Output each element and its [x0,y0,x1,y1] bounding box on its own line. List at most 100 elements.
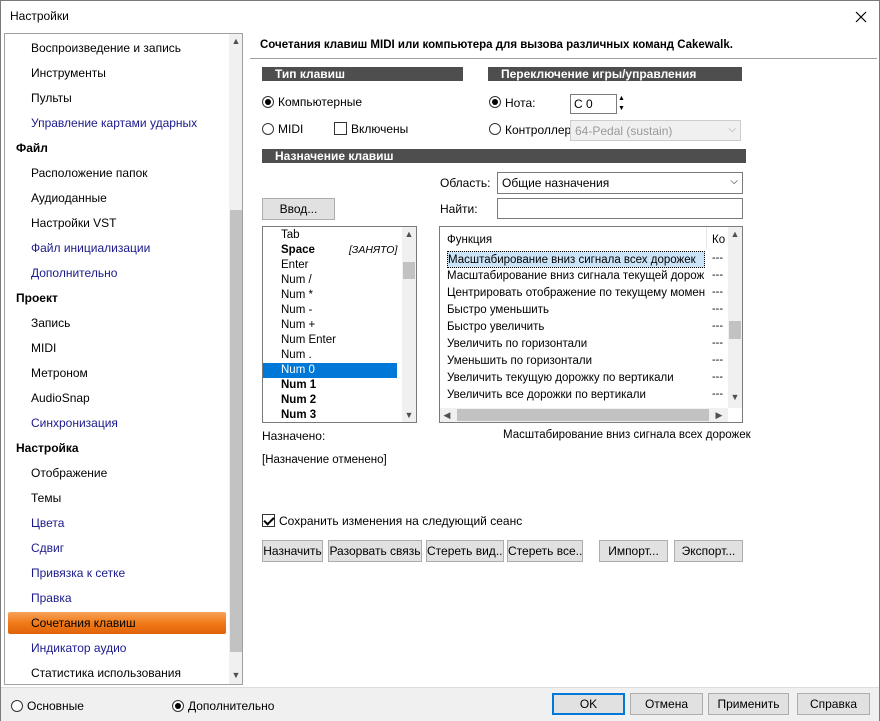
nav-item[interactable]: Правка [5,587,229,609]
enabled-checkbox[interactable] [334,122,347,135]
function-list-vscrollbar[interactable]: ▲ ▼ [728,227,742,408]
nav-scroll-thumb[interactable] [230,210,242,652]
key-list-scrollbar[interactable]: ▲ ▼ [402,227,416,422]
nav-item[interactable]: Темы [5,487,229,509]
key-list-item[interactable]: Num + [263,318,397,333]
key-list-item[interactable]: Num . [263,348,397,363]
note-field[interactable]: C 0 [570,94,617,114]
nav-item[interactable]: AudioSnap [5,387,229,409]
nav-item[interactable]: Сдвиг [5,537,229,559]
function-column-header[interactable]: Функция [447,234,492,246]
function-list-item[interactable]: Масштабирование вниз сигнала текущей дор… [447,268,705,285]
nav-item[interactable]: Синхронизация [5,412,229,434]
controller-radio[interactable] [489,123,501,135]
key-list-item[interactable]: Num 0 [263,363,397,378]
key-list-item[interactable]: Space [ЗАНЯТО] [263,243,397,258]
key-list-item[interactable]: Tab [263,228,397,243]
nav-item[interactable]: Настройка [5,437,229,459]
nav-item[interactable]: Пульты [5,87,229,109]
key-list-item[interactable]: Num 2 [263,393,397,408]
close-button[interactable] [843,1,879,32]
function-list-hthumb[interactable] [457,409,709,421]
midi-keys-radio[interactable] [262,123,274,135]
midi-keys-label: MIDI [278,122,304,136]
advanced-mode-radio[interactable] [172,700,184,712]
function-list-hscrollbar[interactable]: ◀ ▶ [440,408,728,422]
cancel-button[interactable]: Отмена [630,693,703,715]
basic-mode-radio[interactable] [11,700,23,712]
scroll-down-icon[interactable]: ▼ [402,408,416,422]
computer-keys-radio[interactable] [262,96,274,108]
nav-item[interactable]: Управление картами ударных [5,112,229,134]
nav-item[interactable]: Инструменты [5,62,229,84]
scroll-down-icon[interactable]: ▼ [728,390,742,404]
scroll-up-icon[interactable]: ▲ [728,227,742,241]
key-list-item[interactable]: Num / [263,273,397,288]
function-list-item[interactable]: Масштабирование вниз сигнала всех дороже… [447,251,705,268]
help-button[interactable]: Справка [797,693,870,715]
key-list-item[interactable]: Num 3 [263,408,397,422]
nav-scrollbar[interactable]: ▲ ▼ [229,34,242,684]
find-input[interactable] [497,198,743,219]
nav-item[interactable]: Воспроизведение и запись [5,37,229,59]
nav-item[interactable]: Метроном [5,362,229,384]
function-list-item[interactable]: Увеличить все дорожки по вертикали [447,387,705,404]
clear-all-button[interactable]: Стереть все... [507,540,583,562]
nav-item[interactable]: Проект [5,287,229,309]
nav-item[interactable]: Сочетания клавиш [8,612,226,634]
export-button[interactable]: Экспорт... [674,540,743,562]
scroll-down-icon[interactable]: ▼ [229,668,242,682]
function-list-item[interactable]: Уменьшить по горизонтали [447,353,705,370]
function-list-item[interactable]: Увеличить по горизонтали [447,336,705,353]
key-list-item[interactable]: Num - [263,303,397,318]
function-list-item[interactable]: Быстро увеличить [447,319,705,336]
key-list-item[interactable]: Num Enter [263,333,397,348]
save-changes-checkbox[interactable] [262,514,275,527]
area-select[interactable]: Общие назначения ⌵ [497,172,743,194]
input-key-button[interactable]: Ввод... [262,198,335,220]
function-key-cell: --- [712,269,723,281]
controller-select[interactable]: 64-Pedal (sustain) ⌵ [570,120,741,141]
scroll-right-icon[interactable]: ▶ [712,408,726,422]
function-list-item[interactable]: Быстро уменьшить [447,302,705,319]
ok-button[interactable]: OK [552,693,625,715]
key-list-item[interactable]: Num * [263,288,397,303]
note-radio[interactable] [489,96,501,108]
key-list-item[interactable]: Num 1 [263,378,397,393]
spin-down-icon[interactable]: ▼ [618,104,627,114]
import-button[interactable]: Импорт... [599,540,668,562]
key-column-header[interactable]: Ко [712,234,725,246]
nav-item[interactable]: Запись [5,312,229,334]
clear-view-button[interactable]: Стереть вид... [426,540,504,562]
note-spinner[interactable]: ▲ ▼ [618,94,627,114]
note-label: Нота: [505,96,536,110]
assign-button[interactable]: Назначить [262,540,323,562]
area-label: Область: [440,176,491,190]
nav-item[interactable]: Привязка к сетке [5,562,229,584]
nav-item[interactable]: Цвета [5,512,229,534]
scroll-left-icon[interactable]: ◀ [440,408,454,422]
key-name: Space [281,244,315,256]
nav-item[interactable]: Файл [5,137,229,159]
nav-item[interactable]: Аудиоданные [5,187,229,209]
nav-item[interactable]: Индикатор аудио [5,637,229,659]
spin-up-icon[interactable]: ▲ [618,94,627,104]
function-list-item[interactable]: Центрировать отображение по текущему мом… [447,285,705,302]
key-list-item[interactable]: Enter [263,258,397,273]
unbind-button[interactable]: Разорвать связь [328,540,422,562]
key-list-scroll-thumb[interactable] [403,262,415,279]
nav-item[interactable]: MIDI [5,337,229,359]
nav-item[interactable]: Статистика использования [5,662,229,684]
function-list-vthumb[interactable] [729,321,741,339]
nav-item[interactable]: Дополнительно [5,262,229,284]
function-list-item[interactable]: Увеличить текущую дорожку по вертикали [447,370,705,387]
scroll-up-icon[interactable]: ▲ [402,227,416,241]
function-key-cell: --- [712,337,723,349]
nav-item[interactable]: Файл инициализации [5,237,229,259]
nav-item[interactable]: Настройки VST [5,212,229,234]
nav-item[interactable]: Отображение [5,462,229,484]
nav-item[interactable]: Расположение папок [5,162,229,184]
apply-button[interactable]: Применить [708,693,789,715]
key-name: Num 3 [281,409,317,421]
scroll-up-icon[interactable]: ▲ [229,34,242,48]
